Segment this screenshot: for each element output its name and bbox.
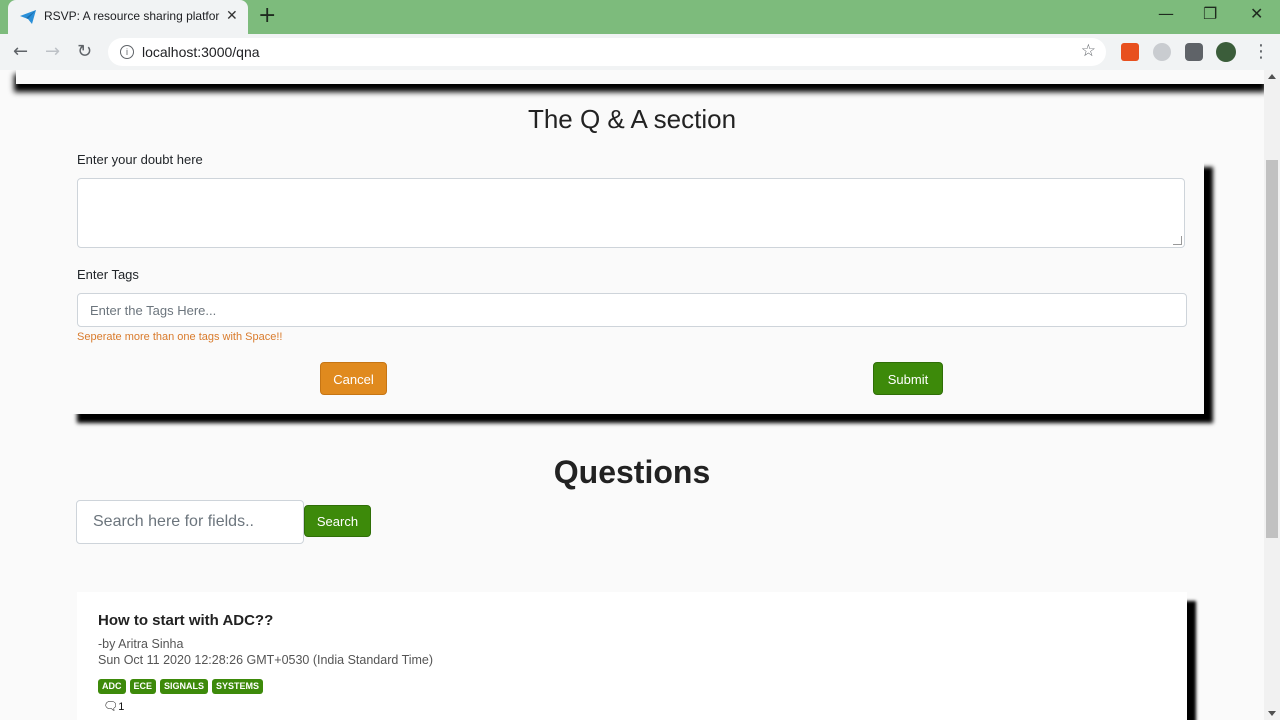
scrollbar-thumb[interactable] [1266,160,1278,538]
tag-badge[interactable]: SYSTEMS [212,679,264,694]
resize-handle-icon[interactable] [1173,236,1182,245]
browser-menu-icon[interactable]: ⋮ [1252,41,1270,62]
question-date: Sun Oct 11 2020 12:28:26 GMT+0530 (India… [98,653,434,667]
search-button[interactable]: Search [304,505,371,537]
tag-badge[interactable]: ECE [129,679,157,694]
restore-icon[interactable]: ❐ [1203,4,1217,23]
comment-count-value: 1 [118,701,125,713]
bookmark-star-icon[interactable]: ☆ [1081,41,1096,61]
comment-count[interactable]: 🗨1 [103,699,124,713]
tag-badge[interactable]: SIGNALS [160,679,209,694]
browser-toolbar: ← → ↻ i localhost:3000/qna ☆ ⋮ [0,34,1280,70]
questions-heading: Questions [553,454,711,490]
tab-close-icon[interactable]: ✕ [226,8,238,24]
search-input[interactable] [76,500,304,544]
question-author: -by Aritra Sinha [98,637,184,651]
navbar-bottom-edge [16,70,1264,84]
doubt-label: Enter your doubt here [77,152,203,167]
scroll-up-icon[interactable] [1268,74,1276,79]
site-info-icon[interactable]: i [120,45,134,59]
reload-icon[interactable]: ↻ [77,41,92,63]
extensions-puzzle-icon[interactable] [1185,43,1203,61]
window-close-icon[interactable]: ✕ [1250,4,1263,23]
tags-hint: Seperate more than one tags with Space!! [77,331,283,343]
new-tab-button[interactable]: + [258,4,276,28]
doubt-textarea[interactable] [77,178,1185,248]
browser-tab[interactable]: RSVP: A resource sharing platfor ✕ [8,0,248,34]
cancel-button[interactable]: Cancel [320,362,387,395]
comments-icon: 🗨 [103,699,119,713]
tab-title: RSVP: A resource sharing platfor [44,9,220,23]
react-devtools-icon[interactable] [1153,43,1171,61]
question-title[interactable]: How to start with ADC?? [98,612,273,629]
page-scrollbar[interactable] [1264,70,1280,720]
paper-plane-icon [20,10,36,24]
url-text[interactable]: localhost:3000/qna [142,44,260,60]
profile-avatar[interactable] [1216,42,1236,62]
minimize-icon[interactable]: — [1158,4,1174,23]
page-viewport: The Q & A section Enter your doubt here … [0,70,1264,720]
scroll-down-icon[interactable] [1268,711,1276,716]
forward-icon[interactable]: → [45,41,60,63]
tags-label: Enter Tags [77,267,139,282]
address-bar[interactable]: i localhost:3000/qna ☆ [108,38,1106,66]
tags-input[interactable] [77,293,1187,327]
extension-icon[interactable] [1121,43,1139,61]
back-icon[interactable]: ← [13,41,28,63]
question-card[interactable]: How to start with ADC?? -by Aritra Sinha… [77,592,1187,720]
browser-tabstrip: RSVP: A resource sharing platfor ✕ + — ❐… [0,0,1280,34]
tag-badges: ADC ECE SIGNALS SYSTEMS [98,679,264,694]
tag-badge[interactable]: ADC [98,679,126,694]
qa-section-title: The Q & A section [527,104,737,134]
submit-button[interactable]: Submit [873,362,943,395]
